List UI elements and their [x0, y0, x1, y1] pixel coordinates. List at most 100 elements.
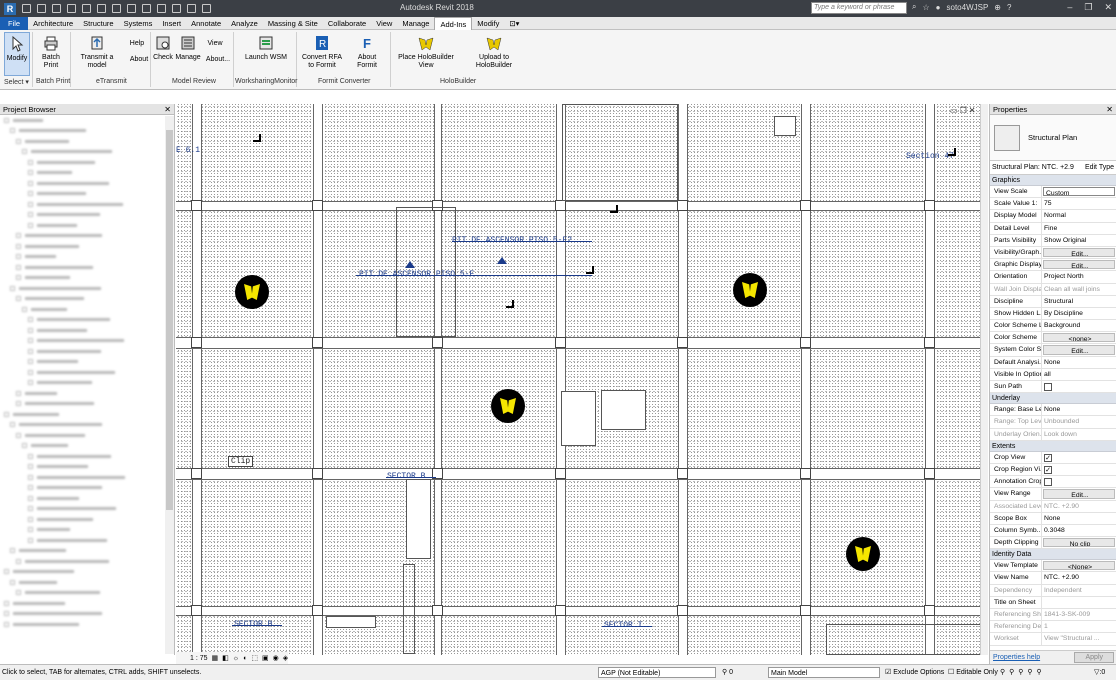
property-value[interactable]: <None> — [1043, 561, 1115, 571]
tree-item[interactable] — [0, 462, 174, 473]
help-button[interactable]: Help — [128, 40, 146, 48]
tree-item[interactable] — [0, 147, 174, 158]
expand-icon[interactable] — [16, 138, 21, 144]
tab-collaborate[interactable]: Collaborate — [323, 17, 371, 30]
property-value[interactable]: Edit... — [1043, 345, 1115, 355]
expand-icon[interactable] — [16, 233, 21, 239]
expand-icon[interactable] — [28, 495, 33, 501]
expand-icon[interactable] — [28, 380, 33, 386]
restore-icon[interactable]: ❐ — [1084, 2, 1092, 13]
property-value[interactable]: Background — [1042, 320, 1116, 331]
switch-windows-icon[interactable] — [202, 4, 211, 13]
tree-item[interactable] — [0, 252, 174, 263]
expand-icon[interactable] — [4, 117, 9, 123]
tree-item[interactable] — [0, 399, 174, 410]
design-option-dropdown[interactable]: Main Model — [768, 667, 880, 678]
view-button[interactable]: View — [206, 40, 224, 48]
tree-item[interactable] — [0, 346, 174, 357]
tab-analyze[interactable]: Analyze — [226, 17, 263, 30]
expand-icon[interactable] — [28, 338, 33, 344]
project-browser-scrollbar[interactable] — [165, 116, 174, 654]
help-icon[interactable]: ? — [1007, 3, 1011, 12]
property-value[interactable]: Edit... — [1043, 247, 1115, 258]
tree-item[interactable] — [0, 577, 174, 588]
property-value[interactable]: Project North — [1042, 271, 1116, 282]
tree-item[interactable] — [0, 451, 174, 462]
section-label-sector-i[interactable]: SECTOR I — [604, 621, 642, 630]
tree-item[interactable] — [0, 535, 174, 546]
section-label-pit-f[interactable]: PIT DE ASCENSOR PISO 5-F — [359, 270, 474, 279]
filter-icon[interactable]: ▽:0 — [1094, 667, 1105, 678]
expand-icon[interactable] — [4, 411, 9, 417]
shadows-icon[interactable]: ◐ — [243, 655, 247, 662]
tree-item[interactable] — [0, 588, 174, 599]
property-value[interactable]: Custom — [1043, 187, 1115, 197]
text-icon[interactable] — [142, 4, 151, 13]
undo-icon[interactable] — [67, 4, 76, 13]
expand-icon[interactable] — [10, 128, 15, 134]
search-input[interactable]: Type a keyword or phrase — [811, 2, 907, 14]
tree-item[interactable] — [0, 210, 174, 221]
tree-item[interactable] — [0, 483, 174, 494]
expand-icon[interactable] — [28, 516, 33, 522]
expand-icon[interactable] — [16, 401, 21, 407]
properties-help-link[interactable]: Properties help — [993, 654, 1040, 661]
detail-level-icon[interactable]: ▦ — [212, 654, 219, 662]
close-icon[interactable]: ✕ — [164, 104, 171, 115]
property-value[interactable]: NTC. +2.90 — [1042, 572, 1116, 583]
drawing-canvas[interactable]: PIT DE ASCENSOR PISO 5-F2 PIT DE ASCENSO… — [176, 104, 988, 655]
crop-view-icon[interactable]: ⬚ — [251, 654, 258, 662]
expand-icon[interactable] — [16, 275, 21, 281]
expand-icon[interactable] — [28, 222, 33, 228]
tree-item[interactable] — [0, 325, 174, 336]
property-value[interactable]: No clip — [1043, 538, 1115, 548]
property-value[interactable]: None — [1042, 404, 1116, 415]
cart-icon[interactable]: ⊕ — [994, 3, 1001, 12]
tree-item[interactable] — [0, 609, 174, 620]
expand-icon[interactable] — [10, 548, 15, 554]
batch-print-button[interactable]: Batch Print — [34, 32, 68, 70]
convert-rfa-button[interactable]: R Convert RFA to Formit — [301, 32, 343, 70]
3d-view-icon[interactable] — [157, 4, 166, 13]
property-value[interactable] — [1042, 597, 1116, 608]
selection-tools[interactable]: ⚲⚲⚲⚲⚲ — [1000, 667, 1046, 678]
tab-systems[interactable]: Systems — [119, 17, 158, 30]
upload-holobuilder-button[interactable]: Upload to HoloBuilder — [462, 32, 526, 70]
tree-item[interactable] — [0, 178, 174, 189]
section-label-sector-b-bottom[interactable]: SECTOR B — [234, 620, 272, 629]
edit-type-button[interactable]: Edit Type — [1085, 164, 1114, 171]
tree-item[interactable] — [0, 199, 174, 210]
expand-icon[interactable] — [28, 506, 33, 512]
tree-item[interactable] — [0, 262, 174, 273]
expand-icon[interactable] — [4, 569, 9, 575]
expand-icon[interactable] — [28, 327, 33, 333]
expand-icon[interactable] — [22, 149, 27, 155]
minimize-icon[interactable]: – — [1067, 2, 1072, 13]
binoculars-icon[interactable]: ⌕ — [912, 2, 916, 12]
expand-icon[interactable] — [28, 317, 33, 323]
tab-insert[interactable]: Insert — [157, 17, 186, 30]
property-value[interactable]: Fine — [1042, 223, 1116, 234]
property-value[interactable]: Edit... — [1043, 260, 1115, 270]
sun-path-icon[interactable]: ☼ — [233, 655, 239, 662]
section-head-icon[interactable] — [497, 257, 507, 264]
property-group-header[interactable]: Underlay — [990, 393, 1116, 405]
temp-hide-icon[interactable]: ◉ — [273, 654, 279, 662]
tree-item[interactable] — [0, 598, 174, 609]
expand-icon[interactable] — [4, 621, 9, 627]
tab-massing-site[interactable]: Massing & Site — [263, 17, 323, 30]
property-value[interactable]: 0.3048 — [1042, 525, 1116, 536]
expand-icon[interactable] — [22, 306, 27, 312]
tree-item[interactable] — [0, 304, 174, 315]
tree-item[interactable] — [0, 157, 174, 168]
expand-icon[interactable] — [28, 348, 33, 354]
expand-icon[interactable] — [16, 558, 21, 564]
tree-item[interactable] — [0, 493, 174, 504]
expand-icon[interactable] — [28, 527, 33, 533]
checkbox[interactable]: ✓ — [1044, 453, 1052, 462]
expand-icon[interactable] — [10, 285, 15, 291]
expand-icon[interactable] — [4, 611, 9, 617]
expand-icon[interactable] — [22, 443, 27, 449]
property-value[interactable] — [1042, 381, 1116, 392]
property-value[interactable]: By Discipline — [1042, 308, 1116, 319]
